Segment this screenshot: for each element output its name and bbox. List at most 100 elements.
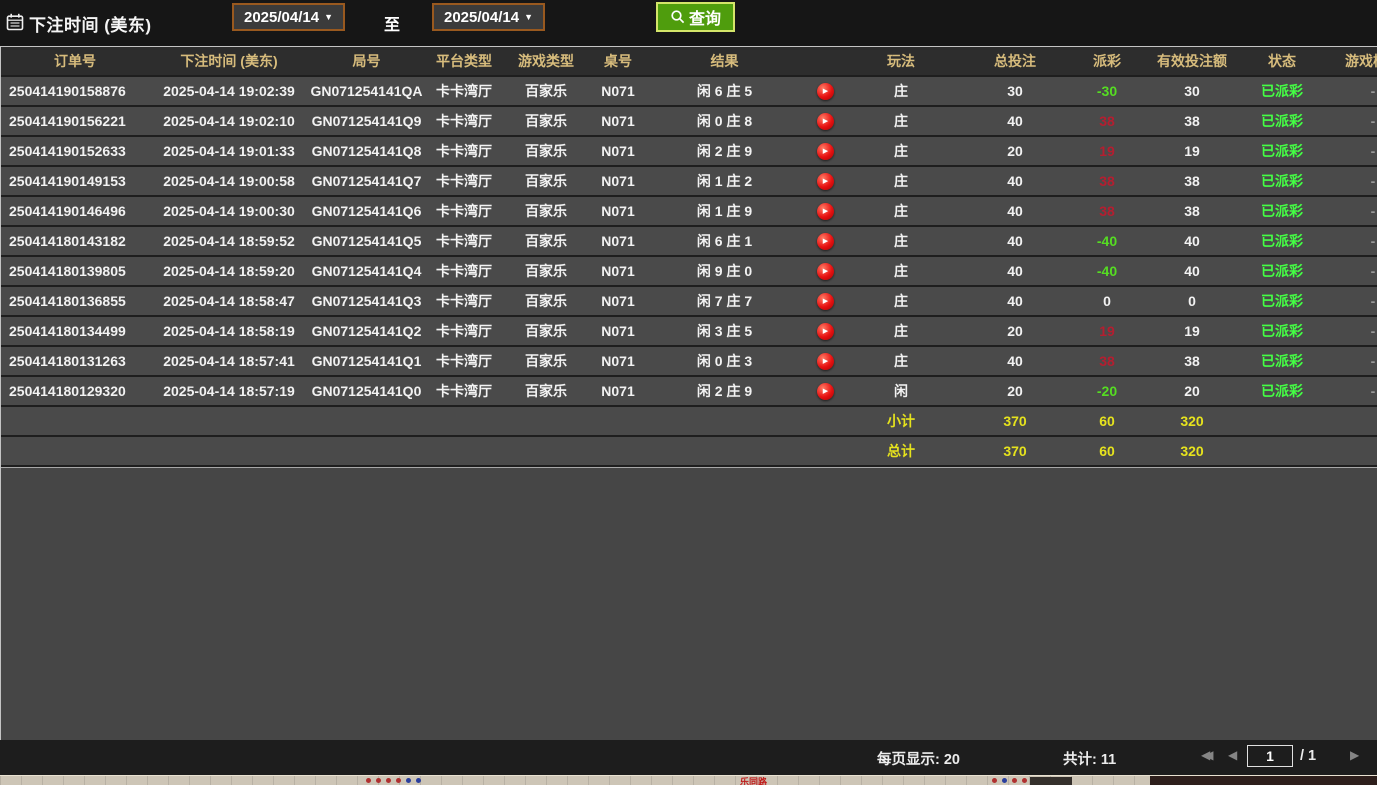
cell-platform: 卡卡湾厅 [424, 231, 504, 251]
table-header-row: 订单号下注时间 (美东)局号平台类型游戏类型桌号结果玩法总投注派彩有效投注额状态… [1, 47, 1377, 77]
cell-play: 闲 [849, 381, 953, 401]
cell-game-type: 百家乐 [504, 261, 588, 281]
replay-cell: ▶ [801, 262, 849, 280]
replay-button[interactable]: ▶ [817, 143, 834, 160]
replay-button[interactable]: ▶ [817, 353, 834, 370]
bead-dot [416, 778, 421, 783]
bead-road-dots [366, 778, 421, 783]
cell-game-type: 百家乐 [504, 171, 588, 191]
cell-game-mode: - [1317, 113, 1377, 129]
cell-game-mode: - [1317, 143, 1377, 159]
cell-bet-time: 2025-04-14 18:58:19 [149, 323, 309, 339]
cell-payout: 0 [1077, 293, 1137, 309]
replay-button[interactable]: ▶ [817, 173, 834, 190]
page-total-label: / 1 [1300, 748, 1316, 764]
cell-payout: 38 [1077, 173, 1137, 189]
cell-valid-bet: 19 [1137, 143, 1247, 159]
column-header-game-type: 游戏类型 [504, 51, 588, 71]
replay-button[interactable]: ▶ [817, 293, 834, 310]
cell-play: 庄 [849, 111, 953, 131]
date-to-select[interactable]: 2025/04/14 ▼ [432, 3, 545, 31]
table-row: 2504141801368552025-04-14 18:58:47GN0712… [1, 287, 1377, 317]
table-row: 2504141801398052025-04-14 18:59:20GN0712… [1, 257, 1377, 287]
play-icon: ▶ [823, 148, 828, 155]
column-header-bet-time: 下注时间 (美东) [149, 51, 309, 71]
cell-platform: 卡卡湾厅 [424, 381, 504, 401]
cell-total-bet: 40 [953, 293, 1077, 309]
cell-game-mode: - [1317, 263, 1377, 279]
grand-total-row: 总计37060320 [1, 437, 1377, 467]
cell-order-no: 250414190146496 [1, 203, 149, 219]
replay-button[interactable]: ▶ [817, 263, 834, 280]
cell-valid-bet: 40 [1137, 233, 1247, 249]
cell-result: 闲 0 庄 3 [648, 351, 801, 371]
cell-order-no: 250414190152633 [1, 143, 149, 159]
cell-bet-time: 2025-04-14 18:59:20 [149, 263, 309, 279]
cell-result: 闲 1 庄 9 [648, 201, 801, 221]
table-row: 2504141801293202025-04-14 18:57:19GN0712… [1, 377, 1377, 407]
replay-button[interactable]: ▶ [817, 383, 834, 400]
cell-game-mode: - [1317, 323, 1377, 339]
replay-cell: ▶ [801, 142, 849, 160]
replay-button[interactable]: ▶ [817, 233, 834, 250]
cell-play: 庄 [849, 171, 953, 191]
first-page-button[interactable]: ◀◀ [1201, 749, 1207, 761]
date-to-value: 2025/04/14 [444, 9, 519, 26]
total-count-label: 共计: 11 [1063, 748, 1116, 769]
cell-game-type: 百家乐 [504, 81, 588, 101]
cell-total-bet: 40 [953, 173, 1077, 189]
table-row: 2504141901526332025-04-14 19:01:33GN0712… [1, 137, 1377, 167]
replay-button[interactable]: ▶ [817, 83, 834, 100]
cell-status: 已派彩 [1247, 141, 1317, 161]
cell-status: 已派彩 [1247, 261, 1317, 281]
cell-total-bet: 40 [953, 263, 1077, 279]
cell-total-bet: 40 [953, 353, 1077, 369]
cell-payout: 19 [1077, 143, 1137, 159]
cell-table-no: N071 [588, 143, 648, 159]
cell-platform: 卡卡湾厅 [424, 351, 504, 371]
replay-button[interactable]: ▶ [817, 323, 834, 340]
cell-platform: 卡卡湾厅 [424, 111, 504, 131]
cell-bet-time: 2025-04-14 18:59:52 [149, 233, 309, 249]
cell-round-no: GN071254141QA [309, 83, 424, 99]
cell-bet-time: 2025-04-14 19:02:39 [149, 83, 309, 99]
table-row: 2504141801312632025-04-14 18:57:41GN0712… [1, 347, 1377, 377]
next-page-button[interactable]: ▶ [1350, 749, 1359, 761]
column-header-platform: 平台类型 [424, 51, 504, 71]
replay-button[interactable]: ▶ [817, 203, 834, 220]
play-icon: ▶ [823, 268, 828, 275]
replay-cell: ▶ [801, 112, 849, 130]
table-row: 2504141801431822025-04-14 18:59:52GN0712… [1, 227, 1377, 257]
replay-button[interactable]: ▶ [817, 113, 834, 130]
subtotal-row-total-bet: 370 [953, 413, 1077, 429]
bead-dot [1022, 778, 1027, 783]
cell-round-no: GN071254141Q4 [309, 263, 424, 279]
column-header-play: 玩法 [849, 51, 953, 71]
cell-game-type: 百家乐 [504, 381, 588, 401]
prev-page-button[interactable]: ◀ [1228, 749, 1237, 761]
cell-total-bet: 20 [953, 383, 1077, 399]
cell-valid-bet: 38 [1137, 113, 1247, 129]
table-row: 2504141901491532025-04-14 19:00:58GN0712… [1, 167, 1377, 197]
table-row: 2504141901588762025-04-14 19:02:39GN0712… [1, 77, 1377, 107]
page-number-input[interactable] [1247, 745, 1293, 767]
column-header-table-no: 桌号 [588, 51, 648, 71]
cell-round-no: GN071254141Q7 [309, 173, 424, 189]
cell-status: 已派彩 [1247, 111, 1317, 131]
cell-payout: -40 [1077, 263, 1137, 279]
query-button[interactable]: 查询 [656, 2, 735, 32]
cell-round-no: GN071254141Q9 [309, 113, 424, 129]
bet-history-window: 下注时间 (美东) 2025/04/14 ▼ 至 2025/04/14 ▼ 查询… [0, 0, 1377, 785]
cell-play: 庄 [849, 321, 953, 341]
cell-bet-time: 2025-04-14 18:58:47 [149, 293, 309, 309]
cell-payout: 38 [1077, 353, 1137, 369]
background-game-strip: 乐同路 [0, 775, 1377, 785]
cell-platform: 卡卡湾厅 [424, 261, 504, 281]
query-button-label: 查询 [689, 5, 721, 29]
replay-cell: ▶ [801, 172, 849, 190]
column-header-result: 结果 [648, 51, 801, 71]
date-from-value: 2025/04/14 [244, 9, 319, 26]
cell-bet-time: 2025-04-14 18:57:19 [149, 383, 309, 399]
date-from-select[interactable]: 2025/04/14 ▼ [232, 3, 345, 31]
cell-game-mode: - [1317, 173, 1377, 189]
